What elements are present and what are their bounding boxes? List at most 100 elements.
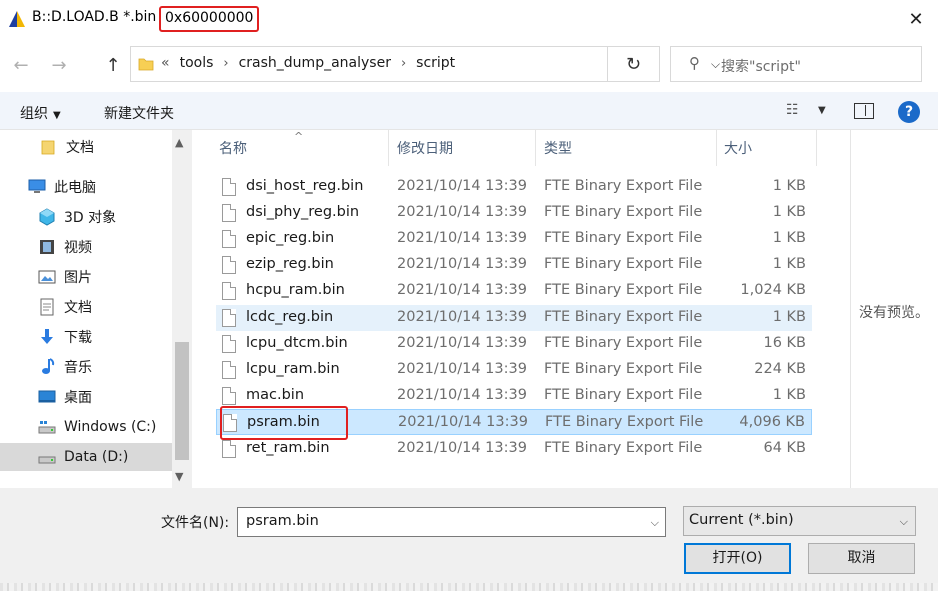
file-type: FTE Binary Export File [544,387,703,403]
sidebar-item-label: 桌面 [64,390,92,406]
sidebar-item-data-d[interactable]: Data (D:) [0,443,172,471]
file-type: FTE Binary Export File [544,361,703,377]
folder-icon [41,140,55,155]
forward-button[interactable]: → [46,52,72,78]
up-button[interactable]: ↑ [100,52,126,78]
file-type: FTE Binary Export File [544,256,703,272]
app-logo-icon [9,11,25,27]
new-folder-button[interactable]: 新建文件夹 [104,103,174,123]
sort-ascending-icon: ^ [294,130,304,143]
sidebar-item-label: Data (D:) [64,449,129,465]
column-header-type[interactable]: 类型 [544,138,572,158]
file-date: 2021/10/14 13:39 [397,282,527,298]
file-date: 2021/10/14 13:39 [397,309,527,325]
file-icon [222,309,236,327]
file-icon [222,178,236,196]
sidebar-item-windows-c[interactable]: Windows (C:) [0,413,172,441]
sidebar-item-documents-top[interactable]: 文档 [0,133,172,161]
refresh-button[interactable]: ↻ [608,46,660,82]
breadcrumb-tools[interactable]: tools [180,55,214,71]
view-options-icon[interactable]: ☷ [786,102,799,118]
sidebar-scrollbar[interactable]: ▲ ▼ [172,130,192,488]
sidebar-item-videos[interactable]: 视频 [0,233,172,261]
3d-objects-icon [39,208,55,226]
music-icon [42,358,55,374]
sidebar-item-label: Windows (C:) [64,419,157,435]
file-date: 2021/10/14 13:39 [397,230,527,246]
column-header-size[interactable]: 大小 [724,138,752,158]
file-icon [222,256,236,274]
organize-button[interactable]: 组织 ▼ [20,103,61,123]
filename-input[interactable]: psram.bin ⌵ [237,507,666,537]
file-name: dsi_host_reg.bin [246,178,364,194]
breadcrumb-overflow[interactable]: « [161,55,170,71]
breadcrumb-crash-dump-analyser[interactable]: crash_dump_analyser [239,55,391,71]
scroll-up-icon[interactable]: ▲ [175,136,183,149]
filename-value: psram.bin [246,513,319,529]
file-size: 64 KB [763,440,806,456]
chevron-down-icon[interactable]: ⌵ [900,515,908,529]
column-divider[interactable] [535,130,536,166]
breadcrumb-separator[interactable]: › [223,56,228,71]
search-input[interactable]: ⚲ 搜索"script" [670,46,922,82]
back-button[interactable]: ← [8,52,34,78]
cancel-button[interactable]: 取消 [808,543,915,574]
close-button[interactable]: ✕ [900,4,932,34]
sidebar-item-label: 文档 [64,300,92,316]
organize-label: 组织 [20,106,48,122]
file-row[interactable]: epic_reg.bin 2021/10/14 13:39 FTE Binary… [216,226,812,252]
file-name: ezip_reg.bin [246,256,334,272]
column-divider[interactable] [388,130,389,166]
open-button[interactable]: 打开(O) [684,543,791,574]
breadcrumb-separator[interactable]: › [401,56,406,71]
file-date: 2021/10/14 13:39 [397,256,527,272]
file-icon [222,230,236,248]
desktop-icon [38,390,56,403]
computer-icon [28,179,46,193]
file-row[interactable]: lcdc_reg.bin 2021/10/14 13:39 FTE Binary… [216,305,812,331]
help-button[interactable]: ? [898,101,920,123]
sidebar-item-music[interactable]: 音乐 [0,353,172,381]
scrollbar-thumb[interactable] [175,342,189,460]
file-type: FTE Binary Export File [544,335,703,351]
file-icon [222,282,236,300]
preview-pane-toggle-icon[interactable] [854,103,874,119]
sidebar-item-3d-objects[interactable]: 3D 对象 [0,203,172,231]
sidebar-item-documents[interactable]: 文档 [0,293,172,321]
column-header-date[interactable]: 修改日期 [397,138,453,158]
sidebar-item-label: 图片 [64,270,92,286]
breadcrumb-script[interactable]: script [416,55,455,71]
address-bar[interactable]: « tools › crash_dump_analyser › script ⌵ [130,46,720,82]
column-divider[interactable] [816,130,817,166]
file-size: 1 KB [772,178,806,194]
search-placeholder: 搜索"script" [721,59,801,75]
file-row[interactable]: dsi_phy_reg.bin 2021/10/14 13:39 FTE Bin… [216,200,812,226]
file-row[interactable]: ezip_reg.bin 2021/10/14 13:39 FTE Binary… [216,252,812,278]
title-address-highlight: 0x60000000 [159,6,260,32]
scroll-down-icon[interactable]: ▼ [175,470,183,483]
drive-icon [38,456,56,464]
file-name: mac.bin [246,387,305,403]
file-date: 2021/10/14 13:39 [397,361,527,377]
file-row[interactable]: lcpu_dtcm.bin 2021/10/14 13:39 FTE Binar… [216,331,812,357]
column-header-name[interactable]: 名称 [219,138,247,158]
file-date: 2021/10/14 13:39 [397,335,527,351]
file-icon [222,440,236,458]
caret-down-icon[interactable]: ▼ [818,105,826,116]
file-row[interactable]: lcpu_ram.bin 2021/10/14 13:39 FTE Binary… [216,357,812,383]
filetype-select[interactable]: Current (*.bin) ⌵ [683,506,916,536]
sidebar-item-pictures[interactable]: 图片 [0,263,172,291]
sidebar-item-desktop[interactable]: 桌面 [0,383,172,411]
file-name: lcpu_dtcm.bin [246,335,348,351]
filename-label: 文件名(N): [161,515,230,531]
file-date: 2021/10/14 13:39 [397,440,527,456]
file-row[interactable]: hcpu_ram.bin 2021/10/14 13:39 FTE Binary… [216,278,812,304]
sidebar-item-this-pc[interactable]: 此电脑 [0,173,172,201]
chevron-down-icon[interactable]: ⌵ [651,516,659,530]
file-name: hcpu_ram.bin [246,282,345,298]
sidebar-item-downloads[interactable]: 下载 [0,323,172,351]
column-divider[interactable] [716,130,717,166]
sidebar-item-label: 视频 [64,240,92,256]
file-row[interactable]: dsi_host_reg.bin 2021/10/14 13:39 FTE Bi… [216,174,812,200]
caret-down-icon: ▼ [53,110,61,121]
